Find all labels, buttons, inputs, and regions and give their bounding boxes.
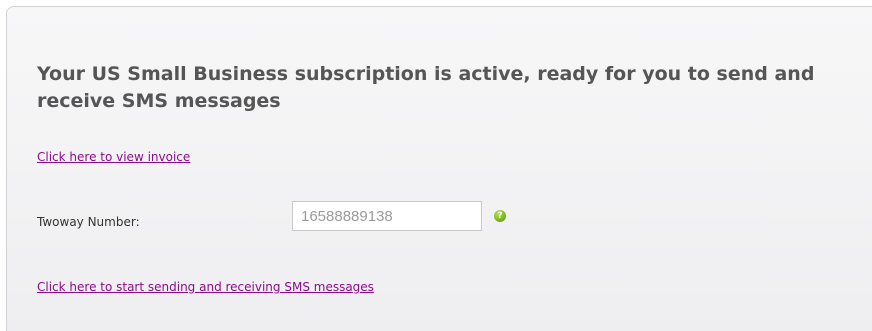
start-sms-link[interactable]: Click here to start sending and receivin… [37,280,374,294]
help-question-icon[interactable]: ? [494,210,506,222]
twoway-number-field[interactable] [292,201,482,231]
view-invoice-link[interactable]: Click here to view invoice [37,150,190,164]
twoway-number-label: Twoway Number: [37,215,140,229]
subscription-status-heading: Your US Small Business subscription is a… [37,63,815,112]
